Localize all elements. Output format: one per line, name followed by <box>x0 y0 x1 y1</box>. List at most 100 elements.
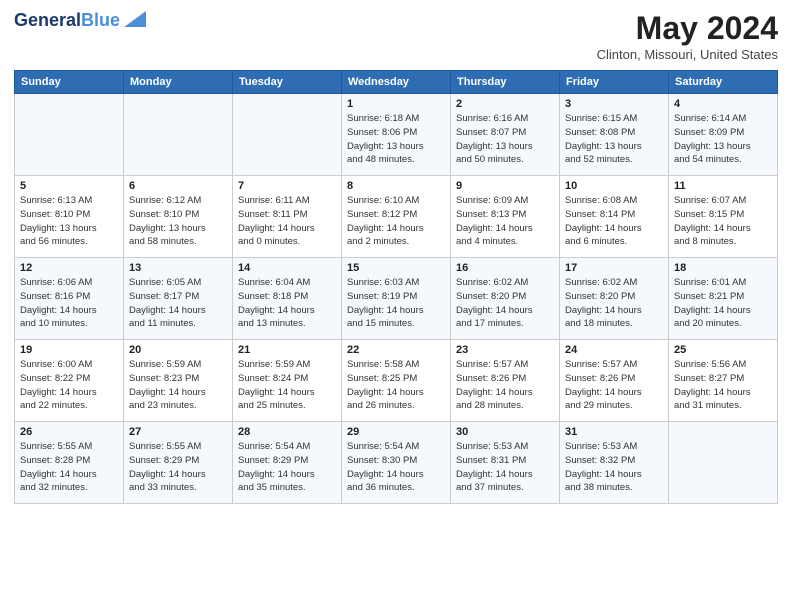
calendar-cell: 14Sunrise: 6:04 AMSunset: 8:18 PMDayligh… <box>233 258 342 340</box>
day-number: 25 <box>674 344 772 356</box>
day-info: Sunrise: 6:16 AMSunset: 8:07 PMDaylight:… <box>456 112 554 167</box>
day-info: Sunrise: 6:02 AMSunset: 8:20 PMDaylight:… <box>565 276 663 331</box>
subtitle: Clinton, Missouri, United States <box>597 47 778 62</box>
day-number: 27 <box>129 426 227 438</box>
calendar-day-header: Thursday <box>451 71 560 94</box>
calendar-cell: 15 Sunrise: 6:03 AMSunset: 8:19 PMDayligh… <box>342 258 451 340</box>
calendar-header: SundayMondayTuesdayWednesdayThursdayFrid… <box>15 71 778 94</box>
calendar-cell: 4 Sunrise: 6:14 AMSunset: 8:09 PMDaylight… <box>669 94 778 176</box>
calendar-cell: 28 Sunrise: 5:54 AMSunset: 8:29 PMDayligh… <box>233 422 342 504</box>
calendar-cell <box>669 422 778 504</box>
calendar-cell: 30 Sunrise: 5:53 AMSunset: 8:31 PMDayligh… <box>451 422 560 504</box>
calendar-table: SundayMondayTuesdayWednesdayThursdayFrid… <box>14 70 778 504</box>
day-info: Sunrise: 6:13 AMSunset: 8:10 PMDaylight:… <box>20 194 118 249</box>
day-number: 15 <box>347 262 445 274</box>
calendar-cell: 8 Sunrise: 6:10 AMSunset: 8:12 PMDaylight… <box>342 176 451 258</box>
calendar-cell: 29 Sunrise: 5:54 AMSunset: 8:30 PMDayligh… <box>342 422 451 504</box>
day-number: 4 <box>674 98 772 110</box>
day-info: Sunrise: 6:10 AMSunset: 8:12 PMDaylight:… <box>347 194 445 249</box>
day-info: Sunrise: 5:59 AMSunset: 8:23 PMDaylight:… <box>129 358 227 413</box>
day-info: Sunrise: 6:01 AMSunset: 8:21 PMDaylight:… <box>674 276 772 331</box>
day-number: 26 <box>20 426 118 438</box>
day-info: Sunrise: 5:54 AMSunset: 8:29 PMDaylight:… <box>238 440 336 495</box>
day-info: Sunrise: 6:07 AMSunset: 8:15 PMDaylight:… <box>674 194 772 249</box>
calendar-cell: 17Sunrise: 6:02 AMSunset: 8:20 PMDayligh… <box>560 258 669 340</box>
day-number: 12 <box>20 262 118 274</box>
day-number: 5 <box>20 180 118 192</box>
calendar-cell: 9 Sunrise: 6:09 AMSunset: 8:13 PMDaylight… <box>451 176 560 258</box>
calendar-cell: 21Sunrise: 5:59 AMSunset: 8:24 PMDayligh… <box>233 340 342 422</box>
calendar-cell: 7Sunrise: 6:11 AMSunset: 8:11 PMDaylight… <box>233 176 342 258</box>
calendar-cell: 16Sunrise: 6:02 AMSunset: 8:20 PMDayligh… <box>451 258 560 340</box>
day-info: Sunrise: 6:03 AMSunset: 8:19 PMDaylight:… <box>347 276 445 331</box>
day-number: 29 <box>347 426 445 438</box>
day-number: 2 <box>456 98 554 110</box>
day-info: Sunrise: 6:04 AMSunset: 8:18 PMDaylight:… <box>238 276 336 331</box>
calendar-day-header: Tuesday <box>233 71 342 94</box>
day-info: Sunrise: 6:15 AMSunset: 8:08 PMDaylight:… <box>565 112 663 167</box>
title-block: May 2024 Clinton, Missouri, United State… <box>597 10 778 62</box>
calendar-cell: 10Sunrise: 6:08 AMSunset: 8:14 PMDayligh… <box>560 176 669 258</box>
calendar-header-row: SundayMondayTuesdayWednesdayThursdayFrid… <box>15 71 778 94</box>
calendar-day-header: Sunday <box>15 71 124 94</box>
day-info: Sunrise: 6:05 AMSunset: 8:17 PMDaylight:… <box>129 276 227 331</box>
calendar-day-header: Wednesday <box>342 71 451 94</box>
day-number: 6 <box>129 180 227 192</box>
day-number: 22 <box>347 344 445 356</box>
calendar-cell: 19 Sunrise: 6:00 AMSunset: 8:22 PMDayligh… <box>15 340 124 422</box>
day-info: Sunrise: 5:57 AMSunset: 8:26 PMDaylight:… <box>456 358 554 413</box>
day-number: 24 <box>565 344 663 356</box>
calendar-cell: 25 Sunrise: 5:56 AMSunset: 8:27 PMDayligh… <box>669 340 778 422</box>
calendar-cell: 5 Sunrise: 6:13 AMSunset: 8:10 PMDaylight… <box>15 176 124 258</box>
day-info: Sunrise: 5:57 AMSunset: 8:26 PMDaylight:… <box>565 358 663 413</box>
day-number: 10 <box>565 180 663 192</box>
calendar-day-header: Monday <box>124 71 233 94</box>
calendar-week-row: 12 Sunrise: 6:06 AMSunset: 8:16 PMDayligh… <box>15 258 778 340</box>
calendar-cell: 18 Sunrise: 6:01 AMSunset: 8:21 PMDayligh… <box>669 258 778 340</box>
logo-text: GeneralBlue <box>14 10 120 31</box>
day-number: 9 <box>456 180 554 192</box>
day-number: 30 <box>456 426 554 438</box>
day-number: 3 <box>565 98 663 110</box>
day-number: 19 <box>20 344 118 356</box>
calendar-cell: 23Sunrise: 5:57 AMSunset: 8:26 PMDayligh… <box>451 340 560 422</box>
day-number: 11 <box>674 180 772 192</box>
day-info: Sunrise: 5:56 AMSunset: 8:27 PMDaylight:… <box>674 358 772 413</box>
calendar-week-row: 5 Sunrise: 6:13 AMSunset: 8:10 PMDaylight… <box>15 176 778 258</box>
calendar-cell: 6 Sunrise: 6:12 AMSunset: 8:10 PMDaylight… <box>124 176 233 258</box>
day-number: 18 <box>674 262 772 274</box>
calendar-cell: 24 Sunrise: 5:57 AMSunset: 8:26 PMDayligh… <box>560 340 669 422</box>
day-info: Sunrise: 6:18 AMSunset: 8:06 PMDaylight:… <box>347 112 445 167</box>
day-info: Sunrise: 6:09 AMSunset: 8:13 PMDaylight:… <box>456 194 554 249</box>
calendar-cell: 27 Sunrise: 5:55 AMSunset: 8:29 PMDayligh… <box>124 422 233 504</box>
day-info: Sunrise: 5:53 AMSunset: 8:31 PMDaylight:… <box>456 440 554 495</box>
calendar-cell <box>233 94 342 176</box>
calendar-week-row: 1Sunrise: 6:18 AMSunset: 8:06 PMDaylight… <box>15 94 778 176</box>
calendar-cell: 3 Sunrise: 6:15 AMSunset: 8:08 PMDaylight… <box>560 94 669 176</box>
day-number: 31 <box>565 426 663 438</box>
day-info: Sunrise: 5:54 AMSunset: 8:30 PMDaylight:… <box>347 440 445 495</box>
day-number: 28 <box>238 426 336 438</box>
calendar-cell: 13Sunrise: 6:05 AMSunset: 8:17 PMDayligh… <box>124 258 233 340</box>
calendar-day-header: Friday <box>560 71 669 94</box>
calendar-cell <box>124 94 233 176</box>
day-info: Sunrise: 5:55 AMSunset: 8:29 PMDaylight:… <box>129 440 227 495</box>
page: GeneralBlue May 2024 Clinton, Missouri, … <box>0 0 792 612</box>
header: GeneralBlue May 2024 Clinton, Missouri, … <box>14 10 778 62</box>
day-info: Sunrise: 6:06 AMSunset: 8:16 PMDaylight:… <box>20 276 118 331</box>
calendar-cell: 2 Sunrise: 6:16 AMSunset: 8:07 PMDaylight… <box>451 94 560 176</box>
day-info: Sunrise: 6:12 AMSunset: 8:10 PMDaylight:… <box>129 194 227 249</box>
calendar-week-row: 26 Sunrise: 5:55 AMSunset: 8:28 PMDayligh… <box>15 422 778 504</box>
day-info: Sunrise: 5:53 AMSunset: 8:32 PMDaylight:… <box>565 440 663 495</box>
day-info: Sunrise: 6:14 AMSunset: 8:09 PMDaylight:… <box>674 112 772 167</box>
calendar-day-header: Saturday <box>669 71 778 94</box>
calendar-cell: 22Sunrise: 5:58 AMSunset: 8:25 PMDayligh… <box>342 340 451 422</box>
day-info: Sunrise: 5:55 AMSunset: 8:28 PMDaylight:… <box>20 440 118 495</box>
day-number: 8 <box>347 180 445 192</box>
day-info: Sunrise: 6:00 AMSunset: 8:22 PMDaylight:… <box>20 358 118 413</box>
day-number: 16 <box>456 262 554 274</box>
calendar-body: 1Sunrise: 6:18 AMSunset: 8:06 PMDaylight… <box>15 94 778 504</box>
calendar-cell: 1Sunrise: 6:18 AMSunset: 8:06 PMDaylight… <box>342 94 451 176</box>
day-info: Sunrise: 5:59 AMSunset: 8:24 PMDaylight:… <box>238 358 336 413</box>
calendar-cell <box>15 94 124 176</box>
